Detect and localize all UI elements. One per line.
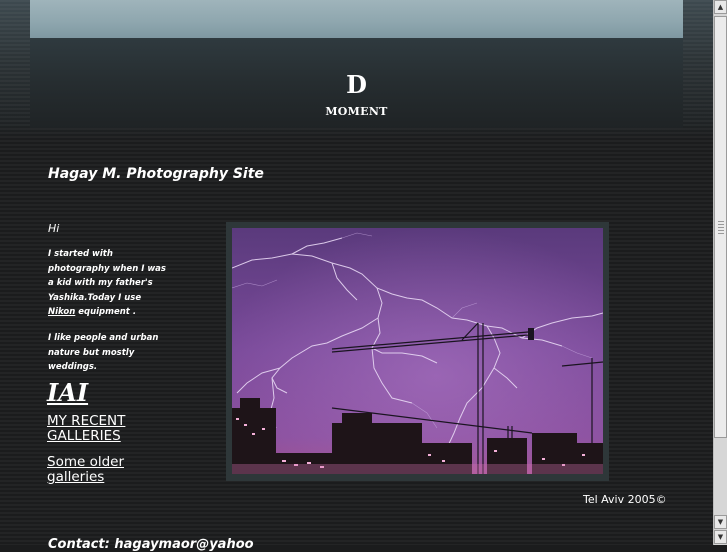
logo-letter: D bbox=[346, 70, 367, 99]
intro-greeting: Hi bbox=[48, 222, 60, 235]
intro-text-end: equipment . bbox=[75, 307, 137, 317]
footer-location: Tel Aviv 2005© bbox=[583, 493, 667, 506]
older-galleries-link[interactable]: Some older galleries bbox=[47, 455, 167, 485]
scroll-end-icon[interactable]: ▼ bbox=[714, 530, 727, 544]
recent-galleries-link[interactable]: MY RECENT GALLERIES bbox=[47, 414, 167, 444]
lightning-photo[interactable] bbox=[232, 228, 603, 474]
top-banner bbox=[30, 0, 683, 38]
grip-icon bbox=[718, 221, 724, 235]
header-panel: D MOMENT bbox=[30, 38, 683, 128]
logo-subtitle: MOMENT bbox=[325, 105, 388, 118]
intro-text: I started with photography when I was a … bbox=[48, 247, 166, 320]
intro-text-start: I started with photography when I was a … bbox=[48, 249, 166, 303]
scrollbar-thumb[interactable] bbox=[714, 16, 727, 438]
intro-text-interests: I like people and urban nature but mostl… bbox=[48, 333, 159, 372]
photo-frame bbox=[226, 222, 609, 481]
arrow-up-icon[interactable]: ▲ bbox=[714, 0, 727, 14]
nikon-link[interactable]: Nikon bbox=[48, 307, 75, 317]
vertical-scrollbar[interactable]: ▲ ▼ ▼ bbox=[713, 0, 727, 545]
arrow-down-icon[interactable]: ▼ bbox=[714, 515, 727, 529]
site-title: Hagay M. Photography Site bbox=[48, 166, 264, 182]
iai-link[interactable]: IAI bbox=[47, 378, 88, 407]
